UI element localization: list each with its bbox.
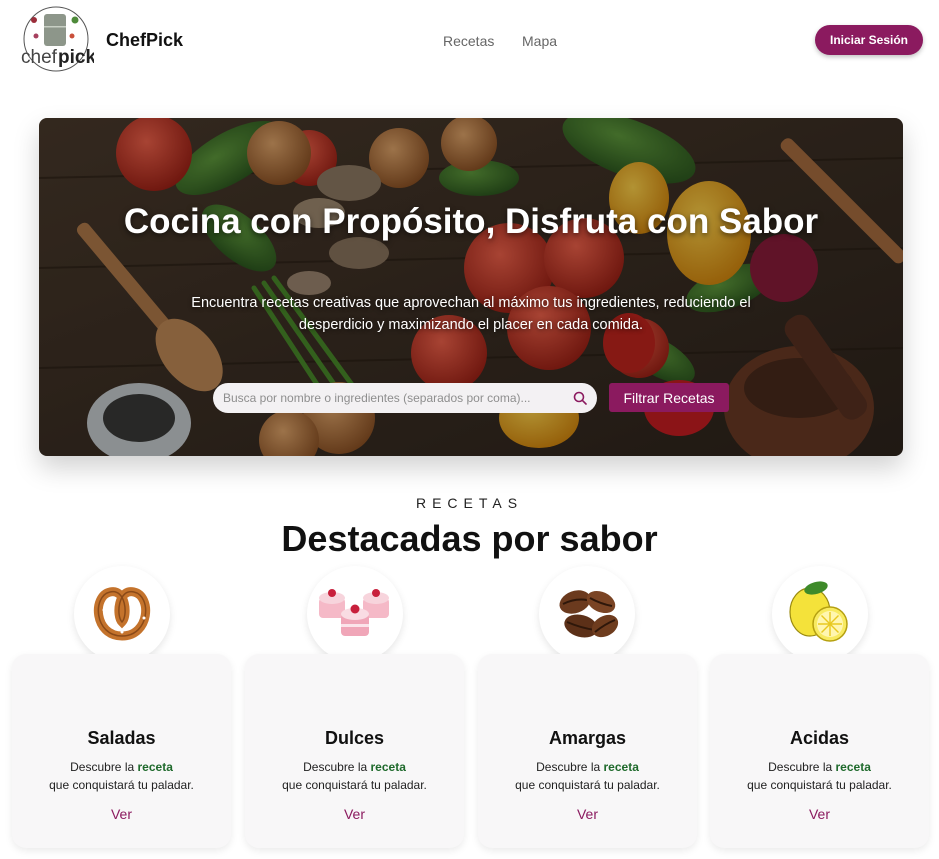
brand-name[interactable]: ChefPick [106, 30, 183, 51]
pretzel-icon [74, 566, 170, 662]
card-title: Saladas [87, 728, 156, 748]
section-kicker: RECETAS [415, 495, 524, 511]
hero-title: Cocina con Propósito, Disfruta con Sabor [123, 202, 819, 241]
svg-text:pick: pick [58, 47, 94, 68]
flavor-card-acidas[interactable]: Acidas Descubre la receta que conquistar… [710, 654, 929, 848]
chefpick-logo[interactable]: chef pick [20, 6, 96, 74]
card-title: Dulces [324, 728, 385, 748]
card-description: Descubre la receta que conquistará tu pa… [282, 760, 427, 792]
hero-banner: Cocina con Propósito, Disfruta con Sabor… [39, 118, 903, 456]
section-title: Destacadas por sabor [281, 518, 658, 559]
card-description: Descubre la receta que conquistará tu pa… [747, 760, 892, 792]
card-ver-link[interactable]: Ver [245, 806, 464, 822]
flavor-card-amargas[interactable]: Amargas Descubre la receta que conquista… [478, 654, 697, 848]
svg-text:chef: chef [21, 47, 58, 68]
card-title: Acidas [789, 728, 850, 748]
search-input[interactable] [223, 391, 559, 405]
search-bar [213, 383, 597, 413]
card-description: Descubre la receta que conquistará tu pa… [515, 760, 660, 792]
search-icon[interactable] [573, 391, 587, 405]
cupcakes-icon [307, 566, 403, 662]
filter-recipes-button[interactable]: Filtrar Recetas [609, 383, 729, 412]
card-title: Amargas [548, 728, 627, 748]
lemon-icon [772, 566, 868, 662]
hero-subtitle: Encuentra recetas creativas que aprovech… [191, 295, 751, 333]
card-description: Descubre la receta que conquistará tu pa… [49, 760, 194, 792]
login-button[interactable]: Iniciar Sesión [815, 25, 923, 55]
flavor-card-dulces[interactable]: Dulces Descubre la receta que conquistar… [245, 654, 464, 848]
coffee-beans-icon [539, 566, 635, 662]
nav-link-recetas[interactable]: Recetas [443, 33, 494, 49]
flavor-card-saladas[interactable]: Saladas Descubre la receta que conquista… [12, 654, 231, 848]
nav-link-mapa[interactable]: Mapa [522, 33, 557, 49]
card-ver-link[interactable]: Ver [478, 806, 697, 822]
card-ver-link[interactable]: Ver [710, 806, 929, 822]
navbar: chef pick ChefPick Recetas Mapa Iniciar … [0, 0, 939, 82]
card-ver-link[interactable]: Ver [12, 806, 231, 822]
